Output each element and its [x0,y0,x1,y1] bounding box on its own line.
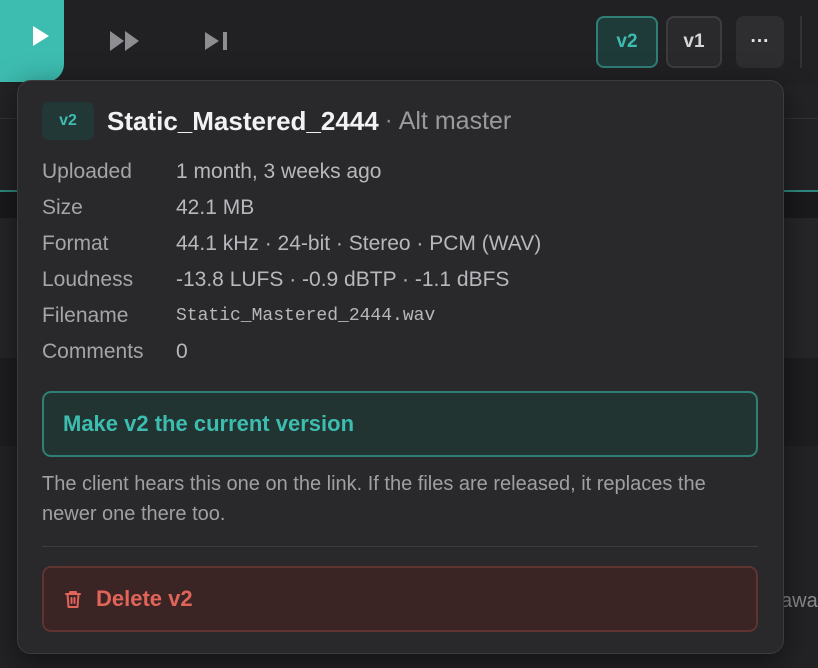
detail-row-format: Format 44.1 kHz · 24-bit · Stereo · PCM … [42,226,541,262]
title-separator: · [384,107,393,134]
popover-divider [42,546,758,547]
detail-value: 1 month, 3 weeks ago [176,160,382,183]
detail-row-filename: Filename Static_Mastered_2444.wav [42,298,541,334]
fast-forward-icon[interactable] [108,28,142,54]
toolbar-divider [800,16,802,68]
detail-value: 44.1 kHz · 24-bit · Stereo · PCM (WAV) [176,232,542,255]
detail-key: Size [42,196,83,219]
make-current-version-button[interactable]: Make v2 the current version [42,391,758,457]
version-v1-button[interactable]: v1 [666,16,722,68]
play-button[interactable] [0,0,64,82]
version-details-popover: v2 Static_Mastered_2444 · Alt master Upl… [17,80,784,654]
popover-header: v2 Static_Mastered_2444 · Alt master [42,102,511,140]
version-v2-button[interactable]: v2 [596,16,658,68]
detail-row-uploaded: Uploaded 1 month, 3 weeks ago [42,154,541,190]
delete-label: Delete v2 [96,586,193,611]
version-badge: v2 [42,102,94,140]
detail-key: Filename [42,304,129,327]
detail-value: Static_Mastered_2444.wav [176,306,436,326]
detail-row-comments: Comments 0 [42,334,541,370]
more-options-button[interactable]: ··· [736,16,784,68]
detail-value: -13.8 LUFS · -0.9 dBTP · -1.1 dBFS [176,268,510,291]
file-title: Static_Mastered_2444 [107,105,379,136]
details-list: Uploaded 1 month, 3 weeks ago Size 42.1 … [42,154,541,370]
version-label: Alt master [398,106,512,135]
player-toolbar: v2 v1 ··· [0,0,818,84]
delete-version-button[interactable]: Delete v2 [42,566,758,632]
skip-next-icon[interactable] [203,28,231,54]
detail-key: Comments [42,340,144,363]
detail-row-size: Size 42.1 MB [42,190,541,226]
background-partial-text: awa [781,590,818,612]
detail-row-loudness: Loudness -13.8 LUFS · -0.9 dBTP · -1.1 d… [42,262,541,298]
trash-icon [64,589,82,609]
detail-key: Uploaded [42,160,132,183]
detail-value: 0 [176,340,188,363]
detail-key: Format [42,232,109,255]
detail-key: Loudness [42,268,134,291]
detail-value: 42.1 MB [176,196,255,219]
make-current-help-text: The client hears this one on the link. I… [42,473,706,525]
play-icon [33,26,49,46]
